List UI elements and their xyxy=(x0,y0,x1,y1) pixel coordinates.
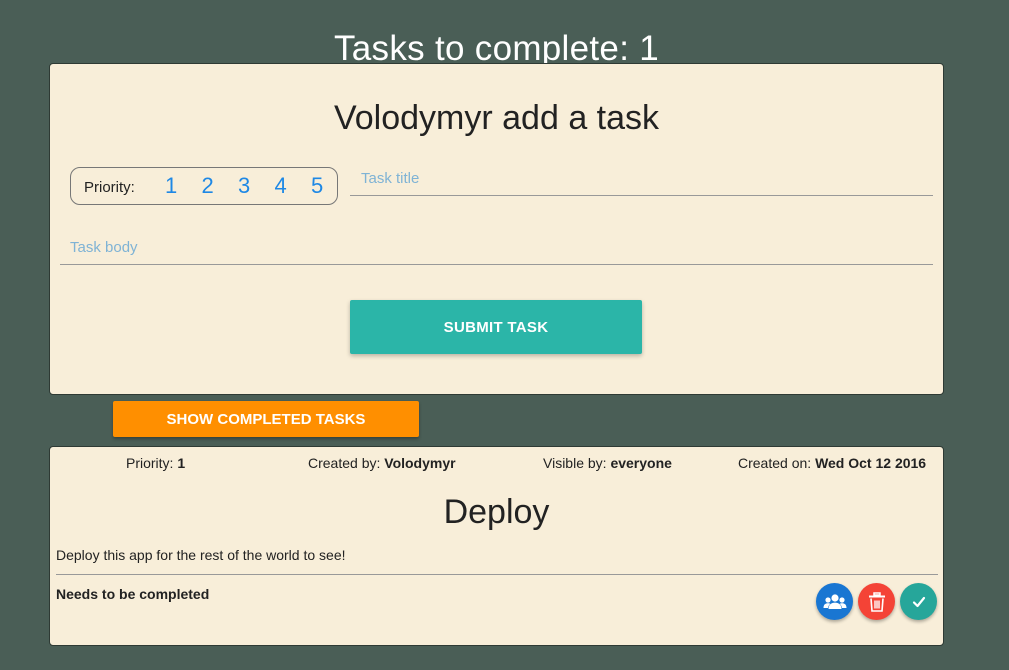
priority-option-3[interactable]: 3 xyxy=(226,173,263,199)
task-priority-value: 1 xyxy=(177,455,186,471)
task-title: Deploy xyxy=(443,493,550,531)
task-priority: Priority: 1 xyxy=(126,455,185,471)
priority-option-4[interactable]: 4 xyxy=(262,173,299,199)
task-created-by-label: Created by: xyxy=(308,455,381,471)
task-created-on-label: Created on: xyxy=(738,455,812,471)
task-visible-by-label: Visible by: xyxy=(543,455,607,471)
task-visible-by-value: everyone xyxy=(610,455,672,471)
task-created-on: Created on: Wed Oct 12 2016 xyxy=(738,455,926,471)
show-completed-tasks-button[interactable]: SHOW COMPLETED TASKS xyxy=(113,401,419,437)
task-card: Priority: 1 Created by: Volodymyr Visibl… xyxy=(49,446,944,646)
check-icon xyxy=(912,595,926,609)
share-button[interactable] xyxy=(816,583,853,620)
task-created-on-value: Wed Oct 12 2016 xyxy=(815,455,927,471)
task-visible-by: Visible by: everyone xyxy=(543,455,672,471)
task-title-input[interactable] xyxy=(350,161,933,196)
priority-option-2[interactable]: 2 xyxy=(189,173,226,199)
task-created-by: Created by: Volodymyr xyxy=(308,455,456,471)
priority-option-1[interactable]: 1 xyxy=(153,173,190,199)
divider xyxy=(56,574,938,575)
form-heading: Volodymyr add a task xyxy=(333,99,660,137)
task-status: Needs to be completed xyxy=(56,586,210,602)
delete-button[interactable] xyxy=(858,583,895,620)
group-icon xyxy=(823,592,847,612)
task-created-by-value: Volodymyr xyxy=(384,455,456,471)
submit-task-button[interactable]: SUBMIT TASK xyxy=(350,300,642,354)
add-task-form: Volodymyr add a task Priority: 1 2 3 4 5… xyxy=(49,63,944,395)
complete-button[interactable] xyxy=(900,583,937,620)
priority-label: Priority: xyxy=(84,179,135,196)
priority-selector: Priority: 1 2 3 4 5 xyxy=(70,167,338,205)
task-body: Deploy this app for the rest of the worl… xyxy=(56,547,346,563)
priority-option-5[interactable]: 5 xyxy=(299,173,336,199)
task-priority-label: Priority: xyxy=(126,455,174,471)
trash-icon xyxy=(868,591,886,612)
task-body-input[interactable] xyxy=(60,230,933,265)
